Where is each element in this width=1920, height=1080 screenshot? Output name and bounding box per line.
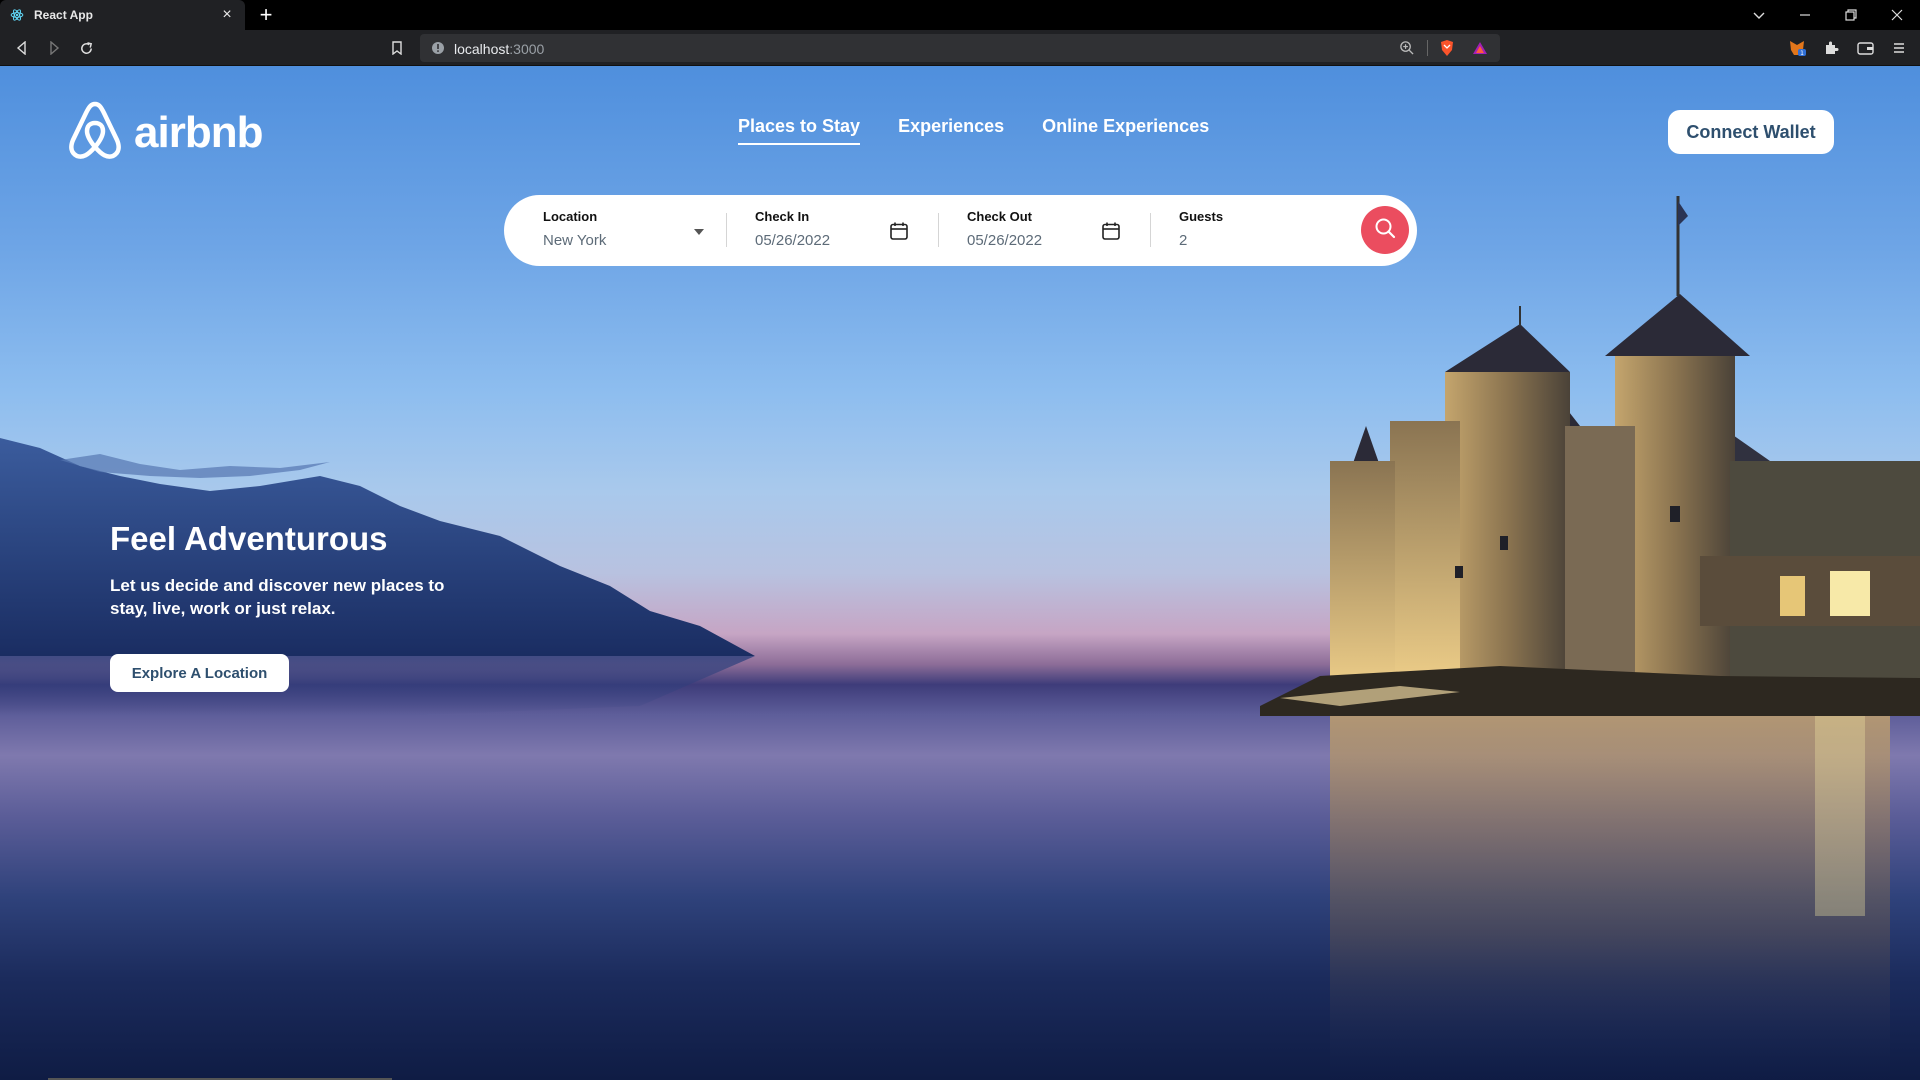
field-divider [1150,213,1151,247]
site-header: airbnb Places to Stay Experiences Online… [0,66,1920,196]
airbnb-logo-icon [66,100,124,165]
hero-section: Feel Adventurous Let us decide and disco… [110,520,470,620]
brave-rewards-icon[interactable] [1472,40,1488,61]
url-port: :3000 [509,41,545,57]
logo-wordmark: airbnb [134,107,263,157]
react-icon [10,8,24,22]
nav-online-experiences[interactable]: Online Experiences [1042,116,1209,145]
guests-field[interactable]: Guests 2 [1179,209,1329,253]
search-icon [1374,217,1396,244]
zoom-icon[interactable] [1399,40,1414,60]
back-icon[interactable] [11,37,33,59]
hero-title: Feel Adventurous [110,520,388,557]
nav-experiences[interactable]: Experiences [898,116,1004,145]
menu-icon[interactable] [1890,39,1908,57]
location-field[interactable]: Location New York [543,209,693,253]
url-host: localhost [454,41,510,57]
calendar-icon[interactable] [889,221,909,241]
reload-icon[interactable] [75,37,97,59]
extensions-puzzle-icon[interactable] [1822,39,1840,57]
forward-icon[interactable] [43,37,65,59]
location-label: Location [543,209,598,224]
restore-icon[interactable] [1828,0,1874,30]
calendar-icon[interactable] [1101,221,1121,241]
explore-location-button[interactable]: Explore A Location [110,654,289,692]
browser-tab[interactable]: React App × [0,0,245,30]
tab-close-icon[interactable]: × [219,7,235,23]
brave-shields-icon[interactable] [1439,39,1455,62]
hero-subtitle: Let us decide and discover new places to… [110,576,445,618]
connect-wallet-button[interactable]: Connect Wallet [1668,110,1834,154]
guests-value: 2 [1179,232,1188,249]
svg-text:1: 1 [1800,50,1804,57]
minimize-icon[interactable] [1782,0,1828,30]
check-out-field[interactable]: Check Out 05/26/2022 [967,209,1087,253]
omnibox-divider [1427,40,1428,56]
bookmark-icon[interactable] [386,37,408,59]
check-out-value: 05/26/2022 [967,232,1043,249]
wallet-icon[interactable] [1856,39,1874,57]
check-out-label: Check Out [967,209,1033,224]
nav-places-to-stay[interactable]: Places to Stay [738,116,861,145]
hero-background: airbnb Places to Stay Experiences Online… [0,66,1920,1080]
browser-toolbar: localhost:3000 1 [0,30,1920,66]
url-text: localhost:3000 [454,41,544,57]
check-in-value: 05/26/2022 [755,232,831,249]
metamask-extension-icon[interactable]: 1 [1788,39,1806,57]
search-bar: Location New York Check In 05/26/2022 Ch… [504,195,1417,266]
check-in-label: Check In [755,209,810,224]
location-value: New York [543,232,607,249]
site-info-icon[interactable] [431,41,445,60]
check-in-field[interactable]: Check In 05/26/2022 [755,209,875,253]
chevron-down-icon[interactable] [694,229,704,235]
new-tab-button[interactable]: + [255,4,277,26]
field-divider [938,213,939,247]
close-window-icon[interactable] [1874,0,1920,30]
main-nav: Places to Stay Experiences Online Experi… [738,116,1209,145]
search-button[interactable] [1361,206,1409,254]
field-divider [726,213,727,247]
guests-label: Guests [1179,209,1224,224]
airbnb-logo[interactable]: airbnb [66,100,263,165]
browser-tab-bar: React App × + [0,0,1920,30]
tab-search-icon[interactable] [1736,0,1782,30]
address-bar[interactable]: localhost:3000 [420,34,1500,62]
tab-title: React App [34,8,93,22]
